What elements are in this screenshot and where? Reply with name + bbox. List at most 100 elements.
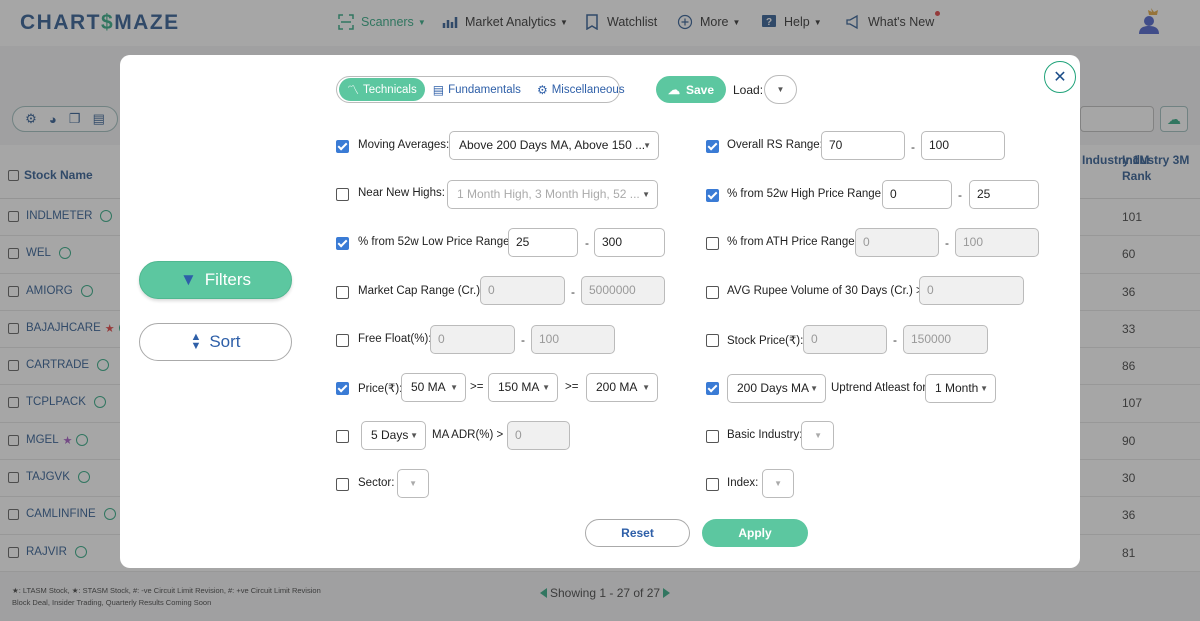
ma-adr-input[interactable]: 0 [507, 421, 570, 450]
chevron-down-icon: ▼ [410, 431, 418, 440]
avg-rupee-vol-label: AVG Rupee Volume of 30 Days (Cr.) > [727, 285, 923, 297]
select-value: 200 Days MA [737, 381, 810, 395]
trend-chart-icon: 〽 [347, 83, 360, 97]
select-value: 200 MA [596, 380, 638, 394]
from-ath-max-input[interactable]: 100 [955, 228, 1039, 257]
from-52w-low-label: % from 52w Low Price Range: [358, 236, 513, 248]
basic-industry-checkbox[interactable] [706, 430, 719, 443]
uptrend-ma-select[interactable]: 200 Days MA ▼ [727, 374, 826, 403]
gears-icon: ⚙ [536, 82, 548, 97]
range-dash: - [571, 285, 575, 299]
from-52w-low-max-input[interactable]: 300 [594, 228, 665, 257]
avg-rupee-vol-checkbox[interactable] [706, 286, 719, 299]
select-value: 50 MA [411, 380, 446, 394]
free-float-checkbox[interactable] [336, 334, 349, 347]
filter-modal: ✕ 〽 Technicals ▤ Fundamentals ⚙ Miscellaneo… [120, 55, 1080, 568]
reset-label: Reset [621, 526, 654, 540]
market-cap-min-input[interactable]: 0 [480, 276, 565, 305]
tab-miscellaneous[interactable]: ⚙ Miscellaneous [529, 78, 633, 101]
index-label: Index: [727, 477, 759, 489]
filter-tabs: 〽 Technicals ▤ Fundamentals ⚙ Miscellaneous [336, 76, 625, 103]
stock-price-checkbox[interactable] [706, 334, 719, 347]
from-52w-high-min-input[interactable]: 0 [882, 180, 952, 209]
from-52w-low-checkbox[interactable] [336, 237, 349, 250]
ma-adr-label: MA ADR(%) > [432, 429, 504, 441]
from-52w-high-checkbox[interactable] [706, 189, 719, 202]
free-float-label: Free Float(%): [358, 333, 432, 345]
tab-fundamentals[interactable]: ▤ Fundamentals [425, 78, 529, 101]
near-new-highs-checkbox[interactable] [336, 188, 349, 201]
chevron-down-icon: ▼ [450, 383, 458, 392]
stock-price-max-input[interactable]: 150000 [903, 325, 988, 354]
avg-rupee-vol-input[interactable]: 0 [919, 276, 1024, 305]
price-ma3-select[interactable]: 200 MA ▼ [586, 373, 658, 402]
document-icon: ▤ [432, 82, 445, 97]
close-button[interactable]: ✕ [1044, 61, 1076, 93]
sector-checkbox[interactable] [336, 478, 349, 491]
chevron-down-icon: ▼ [643, 141, 651, 150]
load-select[interactable]: ▼ [764, 75, 797, 104]
price-ma1-select[interactable]: 50 MA ▼ [401, 373, 466, 402]
select-value: 1 Month High, 3 Month High, 52 ... [457, 187, 640, 201]
sort-button[interactable]: ▲ ▼ Sort [139, 323, 292, 361]
overall-rs-checkbox[interactable] [706, 140, 719, 153]
price-ma2-select[interactable]: 150 MA ▼ [488, 373, 558, 402]
overall-rs-max-input[interactable]: 100 [921, 131, 1005, 160]
ma-adr-period-select[interactable]: 5 Days ▼ [361, 421, 426, 450]
near-new-highs-label: Near New Highs: [358, 187, 445, 199]
chevron-down-icon: ▼ [642, 190, 650, 199]
sort-label: Sort [209, 332, 241, 351]
basic-industry-select[interactable]: ▼ [801, 421, 834, 450]
free-float-min-input[interactable]: 0 [430, 325, 515, 354]
price-checkbox[interactable] [336, 382, 349, 395]
chevron-down-icon: ▼ [814, 431, 822, 440]
from-52w-high-label: % from 52w High Price Range: [727, 188, 885, 200]
overall-rs-label: Overall RS Range: [727, 139, 823, 151]
chevron-down-icon: ▼ [776, 85, 785, 94]
from-ath-checkbox[interactable] [706, 237, 719, 250]
chevron-down-icon: ▼ [542, 383, 550, 392]
from-ath-label: % from ATH Price Range: [727, 236, 858, 248]
ma-adr-checkbox[interactable] [336, 430, 349, 443]
stock-price-min-input[interactable]: 0 [803, 325, 887, 354]
from-ath-min-input[interactable]: 0 [855, 228, 939, 257]
from-52w-low-min-input[interactable]: 25 [508, 228, 578, 257]
range-dash: - [585, 236, 589, 250]
close-icon: ✕ [1053, 69, 1067, 86]
load-label: Load: [733, 83, 764, 97]
save-button[interactable]: ☁ Save [656, 76, 726, 103]
uptrend-checkbox[interactable] [706, 382, 719, 395]
filters-label: Filters [204, 270, 252, 289]
apply-button[interactable]: Apply [702, 519, 808, 547]
stock-price-label: Stock Price(₹): [727, 335, 804, 347]
range-dash: - [958, 188, 962, 202]
index-checkbox[interactable] [706, 478, 719, 491]
select-value: 5 Days [371, 428, 409, 442]
basic-industry-label: Basic Industry: [727, 429, 803, 441]
near-new-highs-select[interactable]: 1 Month High, 3 Month High, 52 ... ▼ [447, 180, 658, 209]
moving-averages-checkbox[interactable] [336, 140, 349, 153]
free-float-max-input[interactable]: 100 [531, 325, 615, 354]
market-cap-checkbox[interactable] [336, 286, 349, 299]
from-52w-high-max-input[interactable]: 25 [969, 180, 1039, 209]
sector-select[interactable]: ▼ [397, 469, 429, 498]
moving-averages-select[interactable]: Above 200 Days MA, Above 150 ... ▼ [449, 131, 659, 160]
sort-icon: ▲ ▼ [190, 331, 202, 352]
tab-technicals[interactable]: 〽 Technicals [339, 78, 425, 101]
moving-averages-label: Moving Averages: [358, 139, 450, 151]
chevron-down-icon: ▼ [774, 479, 782, 488]
filters-button[interactable]: ▼ Filters [139, 261, 292, 299]
reset-button[interactable]: Reset [585, 519, 690, 547]
chevron-down-icon: ▼ [980, 384, 988, 393]
save-label: Save [685, 82, 715, 97]
uptrend-period-select[interactable]: 1 Month ▼ [925, 374, 996, 403]
range-dash: - [945, 236, 949, 250]
range-dash: - [521, 333, 525, 347]
index-select[interactable]: ▼ [762, 469, 794, 498]
overall-rs-min-input[interactable]: 70 [821, 131, 905, 160]
cloud-upload-icon: ☁ [667, 82, 680, 97]
tab-label: Miscellaneous [551, 83, 625, 96]
select-value: 150 MA [498, 380, 540, 394]
tab-label: Fundamentals [448, 83, 521, 96]
market-cap-max-input[interactable]: 5000000 [581, 276, 665, 305]
